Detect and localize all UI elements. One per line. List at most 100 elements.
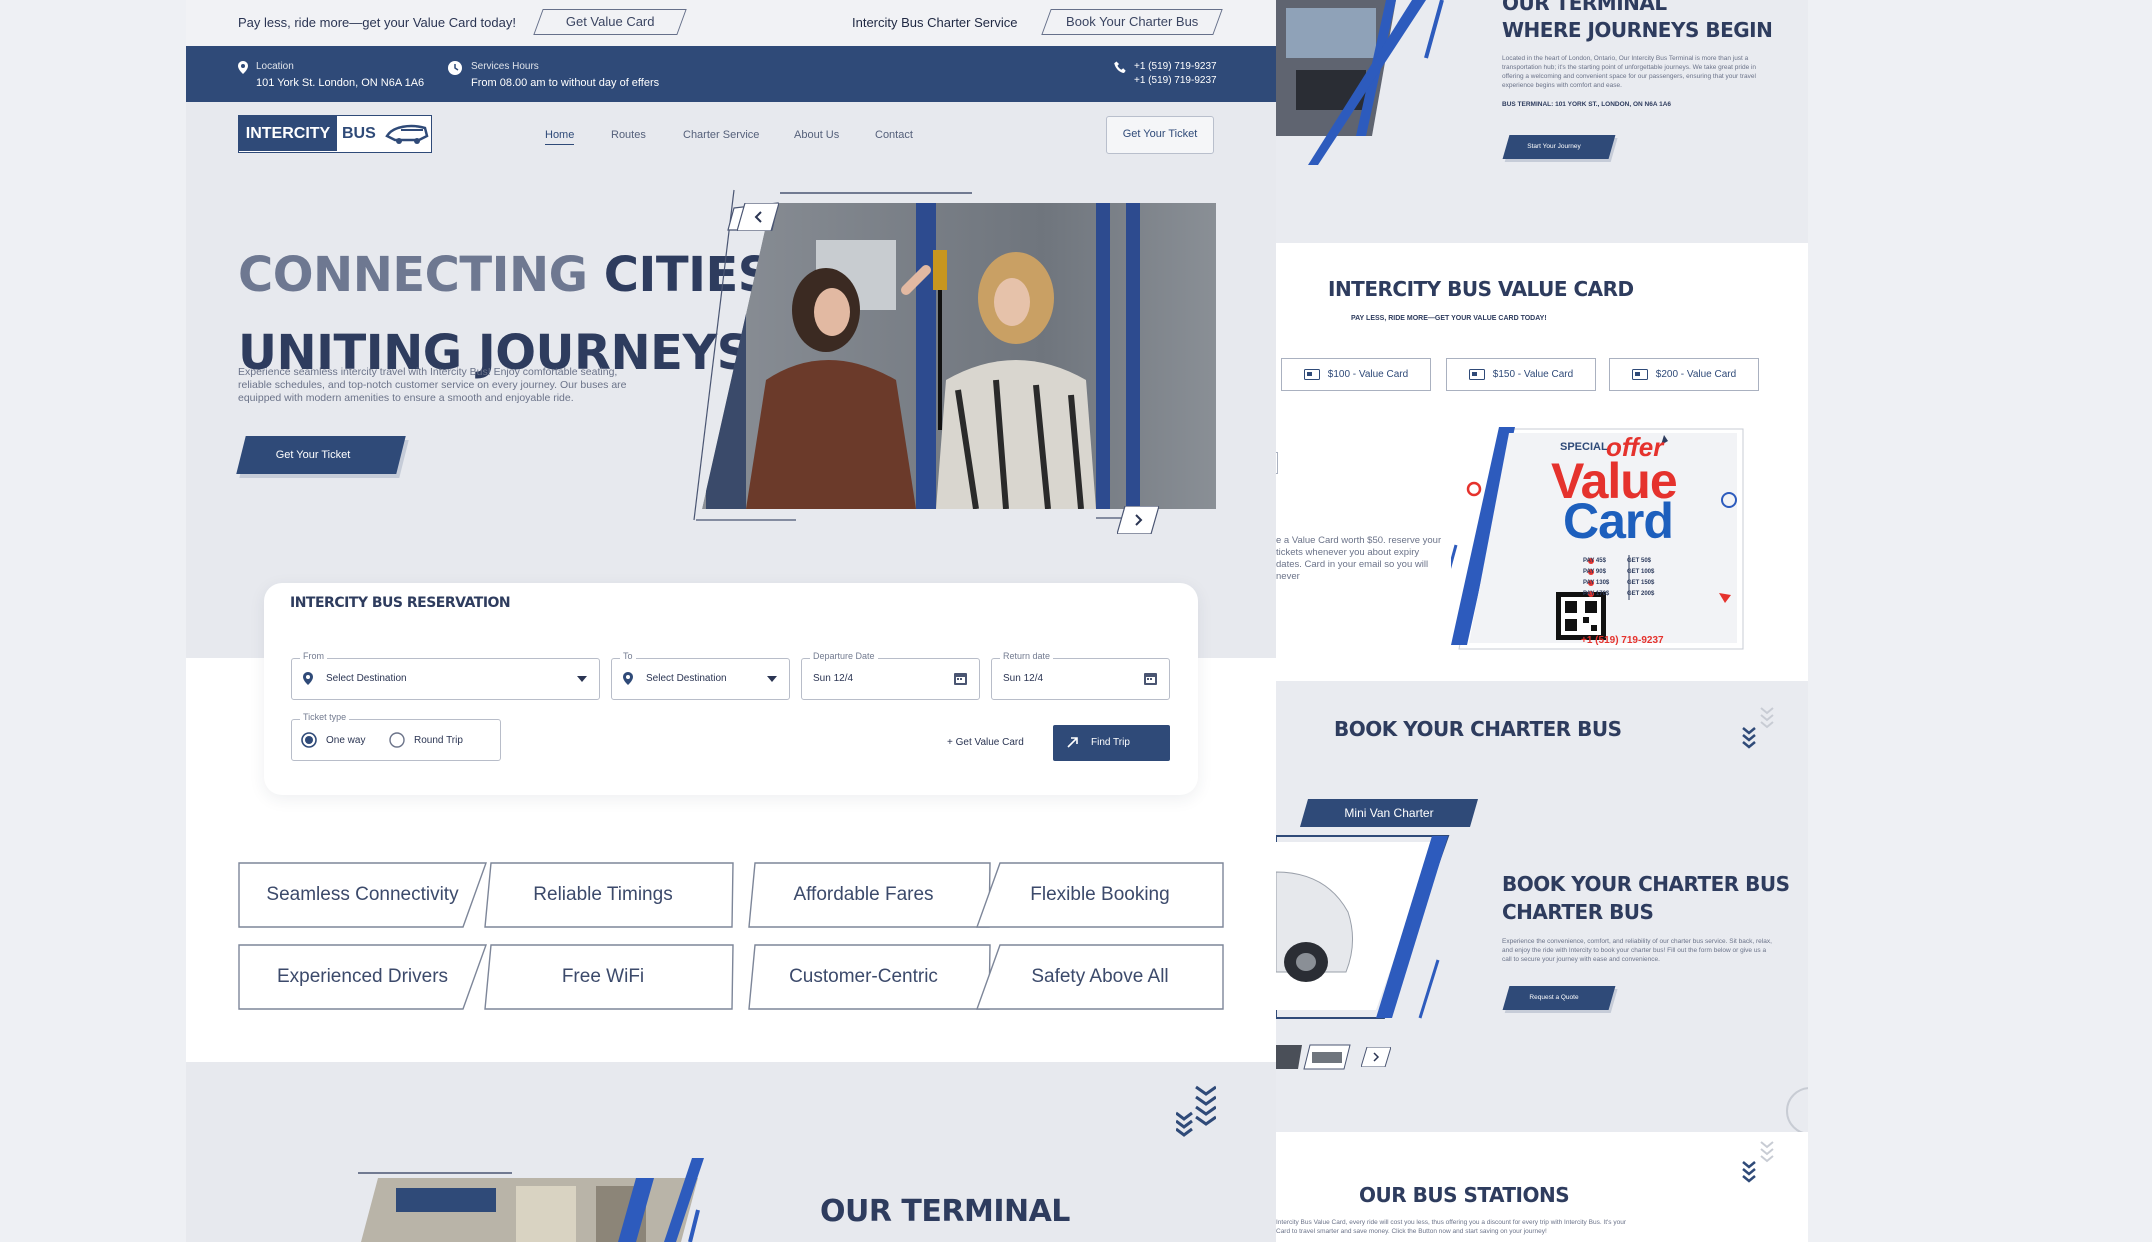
- hero-title-connecting: CONNECTING: [238, 247, 588, 303]
- main-page: Pay less, ride more—get your Value Card …: [186, 0, 1276, 1242]
- feature-flexible-booking: Flexible Booking: [976, 862, 1224, 928]
- mini-van-charter-tab[interactable]: Mini Van Charter: [1299, 799, 1479, 827]
- departure-date-value: Sun 12/4: [813, 673, 854, 684]
- feature-safety-above-all: Safety Above All: [976, 944, 1224, 1010]
- chevron-stack-icon: [1742, 1141, 1774, 1183]
- one-way-radio[interactable]: [301, 732, 317, 748]
- start-journey-button[interactable]: Start Your Journey: [1502, 135, 1616, 159]
- hero-prev-button[interactable]: [737, 203, 779, 231]
- stations-title: OUR BUS STATIONS: [1359, 1183, 1570, 1207]
- feature-label: Affordable Fares: [793, 884, 934, 905]
- feature-customer-centric: Customer-Centric: [731, 944, 996, 1010]
- nav-contact[interactable]: Contact: [875, 129, 913, 141]
- charter-heading: BOOK YOUR CHARTER BUS CHARTER BUS: [1502, 870, 1790, 926]
- card-pay-list: PAY 45$ PAY 90$ PAY 130$ PAY 170$: [1583, 556, 1609, 600]
- calendar-icon: [1144, 672, 1157, 685]
- charter-next-button[interactable]: [1361, 1047, 1391, 1067]
- to-value: Select Destination: [646, 673, 727, 684]
- charter-section-title: BOOK YOUR CHARTER BUS: [1334, 717, 1622, 741]
- get-value-card-label: Get Value Card: [565, 14, 655, 29]
- hero-image: [693, 189, 1216, 521]
- value-card-title: INTERCITY BUS VALUE CARD: [1328, 277, 1634, 301]
- one-way-label: One way: [326, 735, 366, 746]
- from-value: Select Destination: [326, 673, 407, 684]
- clock-icon: [448, 61, 462, 75]
- card-pay-3: PAY 130$: [1583, 580, 1610, 586]
- charter-description: Experience the convenience, comfort, and…: [1502, 938, 1772, 963]
- charter-service-text: Intercity Bus Charter Service: [852, 15, 1018, 30]
- get-value-card-link[interactable]: + Get Value Card: [947, 737, 1024, 748]
- nav-routes[interactable]: Routes: [611, 129, 646, 141]
- return-date-field[interactable]: Return date Sun 12/4: [991, 651, 1170, 700]
- preview-page: OUR TERMINAL WHERE JOURNEYS BEGIN Locate…: [1276, 0, 1808, 1242]
- get-value-card-link-label: Get Value Card: [955, 737, 1024, 748]
- feature-experienced-drivers: Experienced Drivers: [238, 944, 487, 1010]
- nav-about-us[interactable]: About Us: [794, 129, 839, 141]
- terminal-image: [358, 1158, 704, 1242]
- hero-get-ticket-button[interactable]: Get Your Ticket: [236, 436, 406, 474]
- ticket-type-label: Ticket type: [300, 712, 350, 722]
- feature-label: Free WiFi: [561, 966, 645, 987]
- feature-affordable-fares: Affordable Fares: [731, 862, 996, 928]
- card-get-1: GET 50$: [1627, 558, 1652, 564]
- terminal-heading: OUR TERMINAL WHERE JOURNEYS BEGIN: [1502, 0, 1773, 44]
- card-pay-2: PAY 90$: [1583, 569, 1606, 575]
- nav-charter-service[interactable]: Charter Service: [683, 129, 759, 141]
- bus-logo-icon: [385, 122, 429, 146]
- charter-thumbnails: [1276, 1044, 1351, 1070]
- request-quote-label: Request a Quote: [1529, 994, 1579, 1001]
- value-card-150-button[interactable]: $150 - Value Card: [1446, 358, 1596, 391]
- location-pin-icon: [238, 61, 248, 74]
- return-date-value: Sun 12/4: [1003, 673, 1044, 684]
- nav-get-ticket-button[interactable]: Get Your Ticket: [1106, 116, 1214, 154]
- value-card-100-label: $100 - Value Card: [1327, 369, 1409, 380]
- round-trip-label: Round Trip: [414, 735, 463, 746]
- value-text-frame: [1276, 452, 1278, 474]
- to-select[interactable]: To Select Destination: [611, 651, 790, 700]
- card-icon: [1303, 369, 1320, 380]
- value-card-subtitle: PAY LESS, RIDE MORE—GET YOUR VALUE CARD …: [1351, 315, 1547, 322]
- feature-label: Reliable Timings: [533, 884, 673, 905]
- value-card-200-button[interactable]: $200 - Value Card: [1609, 358, 1759, 391]
- departure-date-field[interactable]: Departure Date Sun 12/4: [801, 651, 980, 700]
- terminal-heading-l1: OUR TERMINAL: [1502, 0, 1667, 15]
- feature-label: Seamless Connectivity: [266, 884, 459, 905]
- scroll-circle-control[interactable]: [1786, 1087, 1808, 1135]
- promo-bar: Pay less, ride more—get your Value Card …: [186, 0, 1276, 46]
- book-charter-label: Book Your Charter Bus: [1066, 14, 1199, 29]
- card-get-4: GET 200$: [1627, 591, 1655, 597]
- feature-label: Experienced Drivers: [276, 966, 449, 987]
- nav-home[interactable]: Home: [545, 129, 575, 145]
- plus-icon: +: [947, 737, 953, 748]
- round-trip-radio[interactable]: [389, 732, 405, 748]
- card-icon: [1631, 369, 1648, 380]
- logo-word-intercity: INTERCITY: [239, 116, 337, 151]
- return-date-label: Return date: [1000, 651, 1054, 661]
- book-charter-button[interactable]: Book Your Charter Bus: [1041, 9, 1223, 35]
- phone-1[interactable]: +1 (519) 719-9237: [1134, 61, 1217, 72]
- from-select[interactable]: From Select Destination: [291, 651, 600, 700]
- hours-label: Services Hours: [471, 61, 539, 72]
- get-value-card-button[interactable]: Get Value Card: [533, 9, 687, 35]
- card-card-text: Card: [1563, 493, 1674, 549]
- reservation-title: INTERCITY BUS RESERVATION: [290, 595, 511, 611]
- value-card-100-button[interactable]: $100 - Value Card: [1281, 358, 1431, 391]
- stations-description: Intercity Bus Value Card, every ride wil…: [1276, 1219, 1626, 1235]
- hero-next-button[interactable]: [1117, 506, 1159, 534]
- value-card-200-label: $200 - Value Card: [1655, 369, 1737, 380]
- promo-text: Pay less, ride more—get your Value Card …: [238, 15, 516, 30]
- intercity-bus-logo[interactable]: INTERCITY BUS: [238, 115, 432, 153]
- chevron-stack-icon: [1176, 1085, 1216, 1137]
- phone-2[interactable]: +1 (519) 719-9237: [1134, 75, 1217, 86]
- calendar-icon: [954, 672, 967, 685]
- request-quote-button[interactable]: Request a Quote: [1502, 986, 1616, 1010]
- charter-heading-l1: BOOK YOUR CHARTER BUS: [1502, 872, 1790, 896]
- find-trip-button[interactable]: Find Trip: [1053, 725, 1170, 761]
- feature-reliable-timings: Reliable Timings: [467, 862, 739, 928]
- hero-description: Experience seamless intercity travel wit…: [238, 365, 627, 404]
- chevron-down-icon: [767, 676, 777, 682]
- terminal-description: Located in the heart of London, Ontario,…: [1502, 55, 1757, 89]
- mini-van-charter-label: Mini Van Charter: [1344, 806, 1434, 820]
- charter-heading-l2: CHARTER BUS: [1502, 900, 1654, 924]
- find-trip-label: Find Trip: [1091, 737, 1130, 748]
